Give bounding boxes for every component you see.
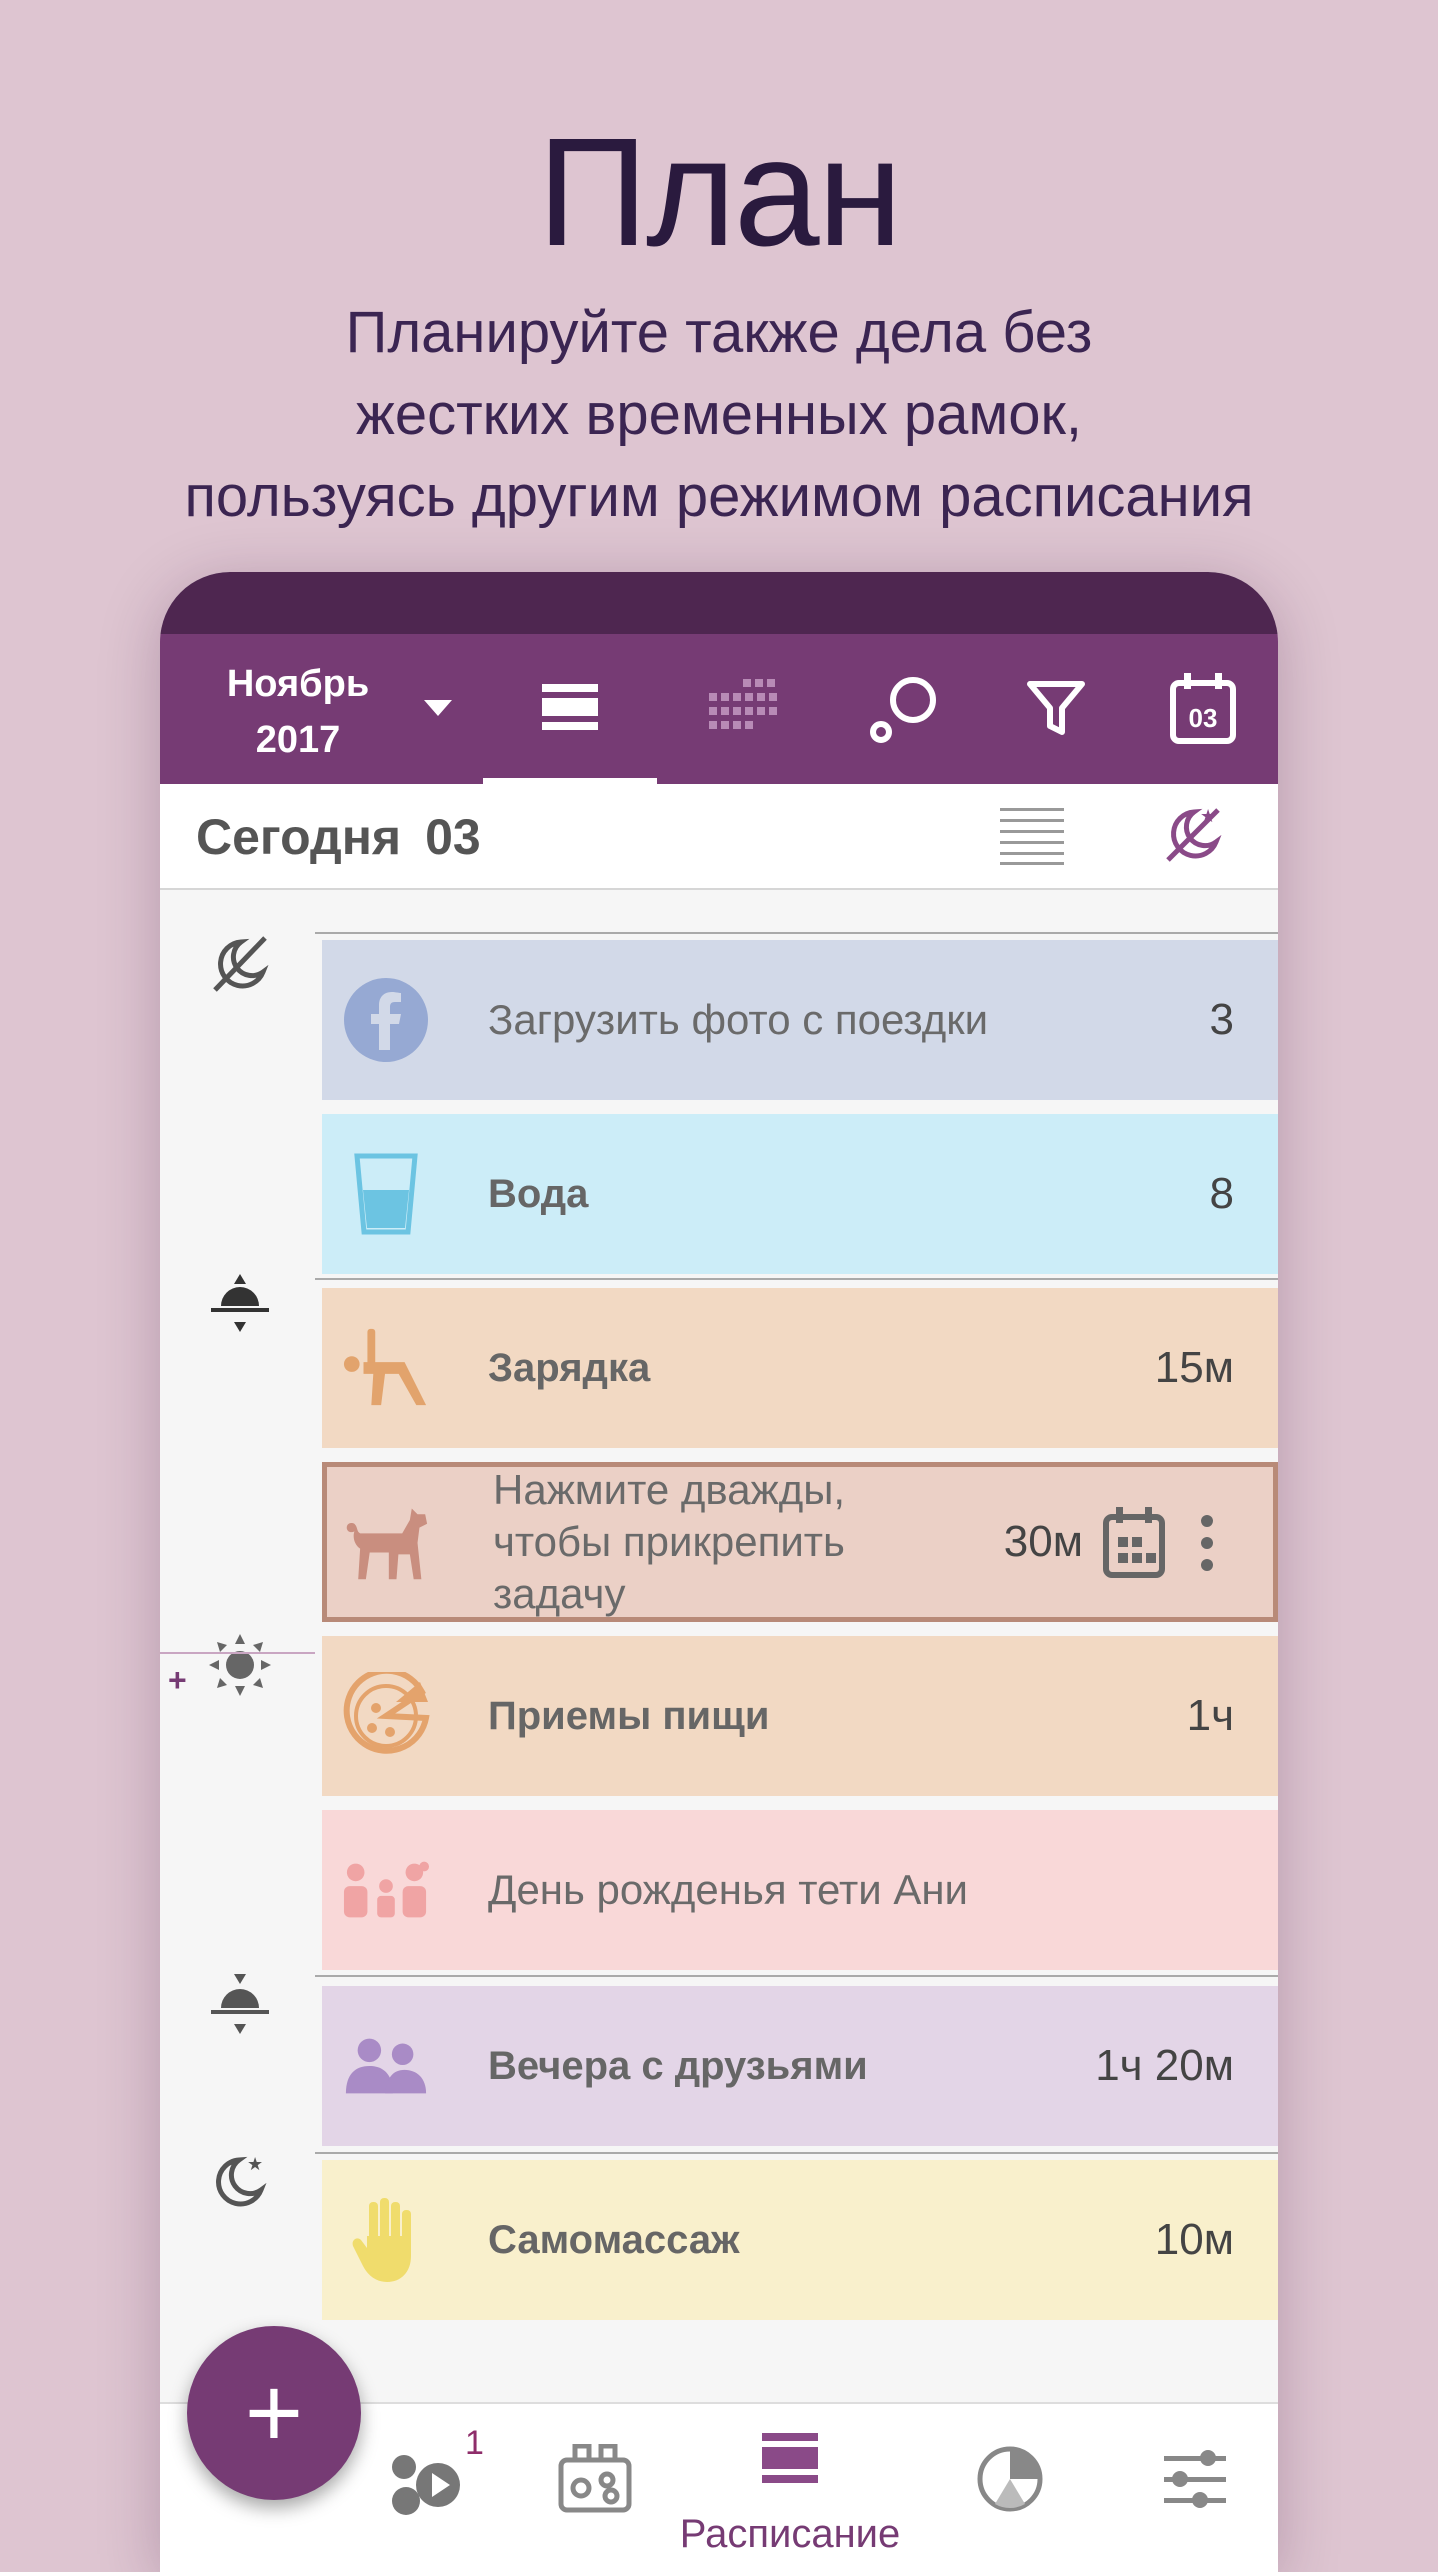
task-row[interactable]: Вечера с друзьями 1ч 20м — [322, 1986, 1278, 2146]
hero-subtitle-line: Планируйте также дела без — [345, 300, 1093, 365]
task-duration: 3 — [1209, 995, 1234, 1044]
task-duration: 15м — [1154, 1343, 1234, 1392]
divider — [315, 2152, 1278, 2154]
divider — [315, 932, 1278, 934]
today-label: Сегодня 03 — [196, 808, 481, 866]
hand-icon — [342, 2196, 430, 2284]
day-night-toggle-icon[interactable]: ★ — [1160, 802, 1226, 873]
task-label: День рожденья тети Ани — [488, 1866, 969, 1913]
schedule-list-icon[interactable] — [530, 668, 610, 748]
add-task-button[interactable]: + — [187, 2326, 361, 2500]
task-label: Загрузить фото с поездки — [488, 996, 989, 1043]
toolbar: Ноябрь 2017 03 — [160, 634, 1278, 784]
family-icon — [342, 1846, 430, 1934]
facebook-icon — [342, 976, 430, 1064]
phone-frame: Ноябрь 2017 03 Сегодня 03 ★ ★ + Загрузит… — [160, 572, 1278, 2572]
task-duration: 1ч 20м — [1095, 2041, 1234, 2090]
schedule-timeline: ★ + Загрузить фото с поездки 3 Вода 8 За… — [160, 890, 1278, 2400]
task-row[interactable]: Загрузить фото с поездки 3 — [322, 940, 1278, 1100]
schedule-tab-label[interactable]: Расписание — [640, 2512, 940, 2557]
task-label: Приемы пищи — [488, 1693, 770, 1738]
svg-text:★: ★ — [1200, 806, 1216, 826]
today-day: 03 — [425, 809, 481, 865]
insert-marker-icon[interactable]: + — [168, 1662, 187, 1699]
statistics-icon[interactable] — [960, 2434, 1060, 2524]
divider — [315, 1278, 1278, 1280]
friends-icon — [342, 2022, 430, 2110]
calendar-grid-icon[interactable] — [702, 668, 782, 748]
hero-title: План — [537, 106, 902, 278]
task-duration: 10м — [1154, 2215, 1234, 2264]
settings-icon[interactable] — [1145, 2434, 1245, 2524]
filter-icon[interactable] — [1016, 668, 1096, 748]
calendar-today-icon[interactable]: 03 — [1163, 668, 1243, 748]
hero-subtitle: Планируйте также дела без жестких времен… — [0, 292, 1438, 538]
sunrise-icon — [205, 1268, 275, 1338]
task-row[interactable]: Самомассаж 10м — [322, 2160, 1278, 2320]
more-options-icon[interactable] — [1197, 1513, 1217, 1578]
month-selector[interactable]: Ноябрь 2017 — [188, 656, 408, 768]
water-glass-icon — [342, 1150, 430, 1238]
insert-marker-line — [160, 1652, 315, 1654]
task-row[interactable]: Зарядка 15м — [322, 1288, 1278, 1448]
calendar-day-number: 03 — [1189, 703, 1218, 733]
moon-icon: ★ — [205, 2146, 275, 2216]
month-label: Ноябрь — [226, 663, 370, 705]
task-label: Вода — [488, 1171, 589, 1216]
exercise-icon — [342, 1324, 430, 1412]
sunset-icon — [205, 1970, 275, 2040]
dropdown-arrow-icon[interactable] — [398, 668, 478, 748]
search-icon[interactable] — [865, 668, 945, 748]
pizza-icon — [342, 1672, 430, 1760]
night-off-icon — [205, 928, 275, 998]
task-duration: 1ч — [1186, 1691, 1234, 1740]
status-bar — [160, 572, 1278, 634]
task-label: Самомассаж — [488, 2217, 740, 2262]
compact-view-icon[interactable] — [1000, 806, 1064, 871]
task-row[interactable]: День рожденья тети Ани — [322, 1810, 1278, 1970]
task-label: Вечера с друзьями — [488, 2043, 868, 2088]
routines-icon[interactable] — [545, 2434, 645, 2524]
today-bar: Сегодня 03 ★ — [160, 784, 1278, 890]
dog-icon — [341, 1497, 429, 1585]
activities-badge: 1 — [465, 2424, 484, 2462]
task-row[interactable]: Вода 8 — [322, 1114, 1278, 1274]
task-row-selected[interactable]: Нажмите дважды, чтобы прикрепить задачу … — [322, 1462, 1278, 1622]
hero-subtitle-line: жестких временных рамок, — [356, 382, 1082, 447]
sun-icon — [205, 1630, 275, 1700]
attach-to-calendar-icon[interactable] — [1102, 1507, 1166, 1584]
task-row[interactable]: Приемы пищи 1ч — [322, 1636, 1278, 1796]
schedule-icon[interactable] — [740, 2414, 840, 2504]
divider — [315, 1975, 1278, 1977]
task-duration: 8 — [1209, 1169, 1234, 1218]
hero-subtitle-line: пользуясь другим режимом расписания — [184, 464, 1254, 529]
task-label: Нажмите дважды, чтобы прикрепить задачу — [493, 1466, 846, 1617]
task-duration: 30м — [1003, 1517, 1083, 1566]
year-label: 2017 — [255, 719, 341, 761]
today-text: Сегодня — [196, 809, 402, 865]
activities-icon[interactable] — [378, 2434, 478, 2524]
task-label: Зарядка — [488, 1345, 651, 1390]
svg-text:★: ★ — [247, 2154, 263, 2174]
